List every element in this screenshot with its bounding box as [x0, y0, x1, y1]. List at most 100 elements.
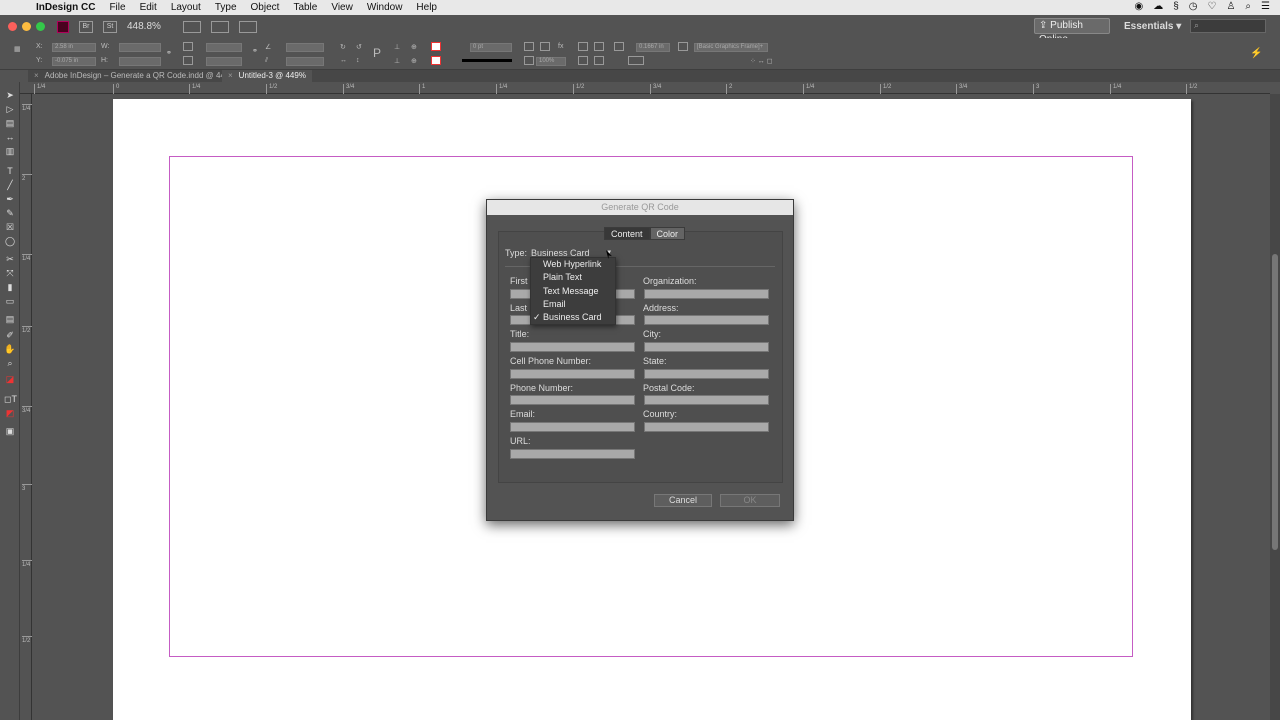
formatting-affects-icon[interactable]: ◻T	[4, 394, 17, 404]
fill-stroke-icon[interactable]: ◪	[4, 374, 16, 384]
dropdown-item-web-hyperlink[interactable]: Web Hyperlink	[531, 258, 615, 271]
apply-none-icon[interactable]: ◩	[4, 408, 16, 418]
url-field[interactable]	[510, 449, 635, 459]
ellipse-tool-icon[interactable]: ◯	[4, 236, 16, 246]
wifi-icon[interactable]: ♡	[1207, 1, 1216, 12]
pencil-tool-icon[interactable]: ✎	[4, 208, 16, 218]
x-position-field[interactable]: 2.58 in	[52, 43, 96, 52]
pen-tool-icon[interactable]: ✒	[4, 194, 16, 204]
menu-view[interactable]: View	[331, 2, 353, 13]
email-field[interactable]	[510, 422, 635, 432]
tab-document-1[interactable]: × Adobe InDesign – Generate a QR Code.ind…	[28, 70, 242, 82]
minimize-window-icon[interactable]	[22, 22, 31, 31]
direct-selection-tool-icon[interactable]: ▷	[4, 104, 16, 114]
timemachine-icon[interactable]: ◷	[1189, 1, 1198, 12]
menu-object[interactable]: Object	[251, 2, 280, 13]
menu-file[interactable]: File	[109, 2, 125, 13]
menu-layout[interactable]: Layout	[171, 2, 201, 13]
gap-tool-icon[interactable]: ↔	[4, 132, 16, 142]
flip-h-icon[interactable]: ↔	[340, 57, 347, 64]
clear-overrides-icon[interactable]: ⁘ ↔ ◻	[750, 57, 773, 65]
corner-options-icon[interactable]	[628, 56, 644, 65]
menu-table[interactable]: Table	[293, 2, 317, 13]
dropdown-item-email[interactable]: Email	[531, 298, 615, 311]
bridge-icon[interactable]: Br	[79, 20, 93, 33]
creative-cloud-icon[interactable]: ☁	[1153, 1, 1163, 12]
zoom-tool-icon[interactable]: ⌕	[4, 358, 16, 368]
tab-document-2[interactable]: × Untitled-3 @ 449%	[222, 70, 312, 82]
menu-app-name[interactable]: InDesign CC	[36, 2, 95, 13]
publish-online-button[interactable]: ⇪ Publish Online	[1034, 18, 1110, 45]
cell-phone-field[interactable]	[510, 369, 635, 379]
screen-mode-icon[interactable]	[210, 20, 229, 33]
state-field[interactable]	[644, 369, 769, 379]
height-field[interactable]	[119, 57, 161, 66]
close-tab-icon[interactable]: ×	[228, 71, 233, 80]
menu-edit[interactable]: Edit	[140, 2, 157, 13]
tab-content[interactable]: Content	[604, 227, 650, 240]
menu-type[interactable]: Type	[215, 2, 237, 13]
notification-icon[interactable]: ☰	[1261, 1, 1270, 12]
hand-tool-icon[interactable]: ✋	[4, 344, 16, 354]
close-window-icon[interactable]	[8, 22, 17, 31]
rotate-cw-icon[interactable]: ↻	[340, 43, 346, 51]
constrain-proportions-icon[interactable]: ⚭	[166, 49, 172, 57]
offset-field[interactable]: 0.1667 in	[636, 43, 670, 52]
stroke-swatch-icon[interactable]	[431, 56, 441, 65]
record-icon[interactable]: ◉	[1134, 1, 1143, 12]
dropdown-item-business-card[interactable]: ✓ Business Card	[531, 311, 615, 324]
spotlight-icon[interactable]: ⌕	[1245, 1, 1251, 12]
postal-code-field[interactable]	[644, 395, 769, 405]
rotate-field[interactable]	[286, 43, 324, 52]
organization-field[interactable]	[644, 289, 769, 299]
dropdown-item-text-message[interactable]: Text Message	[531, 285, 615, 298]
scrollbar-thumb[interactable]	[1272, 254, 1278, 550]
arrange-documents-icon[interactable]	[238, 20, 257, 33]
select-next-icon[interactable]: ⊕	[411, 57, 417, 65]
object-style-select[interactable]: [Basic Graphics Frame]+	[694, 43, 768, 52]
content-aware-icon[interactable]	[578, 56, 588, 65]
selection-tool-icon[interactable]: ➤	[4, 90, 16, 100]
auto-fit-icon[interactable]	[594, 56, 604, 65]
fitting-fit-icon[interactable]	[540, 42, 550, 51]
note-tool-icon[interactable]: ▤	[4, 314, 16, 324]
content-collector-icon[interactable]: ▥	[4, 146, 16, 156]
drop-shadow-icon[interactable]	[524, 56, 534, 65]
opacity-field[interactable]: 100%	[536, 57, 566, 66]
free-transform-tool-icon[interactable]: ⤧	[4, 268, 16, 278]
zoom-level[interactable]: 448.8%	[127, 21, 161, 32]
reference-point-icon[interactable]: ▦	[14, 45, 21, 53]
rectangle-frame-tool-icon[interactable]: ☒	[4, 222, 16, 232]
select-content-icon[interactable]: ⊕	[411, 43, 417, 51]
title-field[interactable]	[510, 342, 635, 352]
stroke-type-swatch[interactable]	[462, 59, 512, 62]
constrain-scale-icon[interactable]: ⚭	[252, 47, 258, 55]
stock-icon[interactable]: St	[103, 20, 117, 33]
page-tool-icon[interactable]: ▤	[4, 118, 16, 128]
gradient-swatch-tool-icon[interactable]: ▮	[4, 282, 16, 292]
workspace-switcher[interactable]: Essentials ▾	[1124, 21, 1181, 32]
scale-x-field[interactable]	[206, 43, 242, 52]
eyedropper-tool-icon[interactable]: ✐	[4, 330, 16, 340]
shear-field[interactable]	[286, 57, 324, 66]
ok-button[interactable]: OK	[720, 494, 780, 507]
sync-icon[interactable]: §	[1173, 1, 1179, 12]
select-previous-icon[interactable]: ⊥	[394, 57, 400, 65]
select-container-icon[interactable]: ⊥	[394, 43, 400, 51]
cancel-button[interactable]: Cancel	[654, 494, 712, 507]
width-field[interactable]	[119, 43, 161, 52]
line-tool-icon[interactable]: ╱	[4, 180, 16, 190]
y-position-field[interactable]: -0.075 in	[52, 57, 96, 66]
phone-field[interactable]	[510, 395, 635, 405]
close-tab-icon[interactable]: ×	[34, 71, 39, 80]
flip-v-icon[interactable]: ↕	[356, 57, 360, 64]
fx-icon[interactable]: fx	[558, 43, 563, 50]
gradient-feather-tool-icon[interactable]: ▭	[4, 296, 16, 306]
scale-y-field[interactable]	[206, 57, 242, 66]
stroke-weight-field[interactable]: 0 pt	[470, 43, 512, 52]
vertical-scrollbar[interactable]	[1270, 94, 1280, 720]
country-field[interactable]	[644, 422, 769, 432]
menu-help[interactable]: Help	[416, 2, 437, 13]
type-tool-icon[interactable]: T	[4, 166, 16, 176]
rotate-ccw-icon[interactable]: ↺	[356, 43, 362, 51]
